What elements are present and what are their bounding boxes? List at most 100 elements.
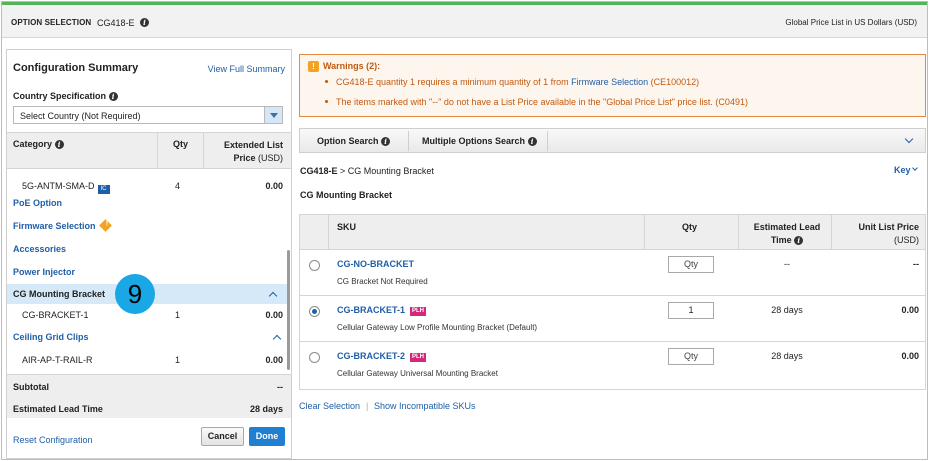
info-icon[interactable]: i — [794, 236, 804, 245]
warnings-title: Warnings (2): — [323, 61, 381, 71]
subtotal-label: Subtotal — [13, 382, 49, 392]
section-ceiling-grid-clips[interactable]: Ceiling Grid Clips — [13, 332, 89, 342]
sku-link[interactable]: CG-NO-BRACKET — [337, 259, 414, 269]
item-price: 0.00 — [265, 355, 283, 365]
section-poe-option[interactable]: PoE Option — [13, 198, 62, 208]
category-table-header: Category i Qty Extended List Price (USD) — [7, 132, 291, 169]
lead-time-value: -- — [784, 259, 790, 269]
step-callout-badge: 9 — [115, 274, 155, 314]
breadcrumb-current: CG Mounting Bracket — [347, 166, 434, 176]
qty-input[interactable]: 1 — [668, 302, 714, 319]
summary-item-row: 5G-ANTM-SMA-D IC 4 0.00 — [7, 176, 291, 196]
country-specification-label: Country Specification i — [13, 91, 118, 101]
dropdown-arrow-icon[interactable] — [264, 107, 282, 123]
item-qty: 1 — [175, 310, 181, 320]
warning-icon: ! — [308, 61, 319, 72]
section-label: CG Mounting Bracket — [13, 289, 106, 299]
table-row: CG-BRACKET-1 PLH Cellular Gateway Low Pro… — [300, 297, 925, 342]
summary-title: Configuration Summary — [13, 62, 139, 74]
column-divider — [203, 133, 204, 168]
chevron-down-icon[interactable] — [905, 136, 913, 144]
chevron-up-icon[interactable] — [269, 290, 277, 298]
price-header-line2: Price — [233, 153, 256, 163]
unit-price-value: 0.00 — [901, 305, 919, 315]
plh-badge: PLH — [410, 307, 427, 316]
breadcrumb-separator: > — [337, 166, 348, 176]
qty-input[interactable]: Qty — [668, 348, 714, 365]
clear-selection-link[interactable]: Clear Selection — [299, 401, 360, 411]
tab-multiple-options-search[interactable]: Multiple Options Search i — [422, 136, 537, 146]
sku-radio-selected[interactable] — [309, 306, 320, 317]
price-list-label: Global Price List in US Dollars (USD) — [785, 18, 917, 27]
configuration-summary-panel: Configuration Summary View Full Summary … — [6, 49, 292, 459]
firmware-selection-link[interactable]: Firmware Selection — [571, 77, 648, 87]
chevron-up-icon[interactable] — [273, 333, 281, 341]
summary-item-row: AIR-AP-T-RAIL-R 1 0.00 — [7, 350, 291, 370]
column-divider — [738, 215, 739, 250]
sku-radio[interactable] — [309, 352, 320, 363]
qty-header: Qty — [173, 139, 189, 149]
section-label: Firmware Selection — [13, 221, 96, 231]
info-icon[interactable]: i — [527, 137, 537, 146]
tab-option-search[interactable]: Option Search i — [317, 136, 391, 146]
sku-description: Cellular Gateway Low Profile Mounting Br… — [337, 323, 538, 332]
sku-description: Cellular Gateway Universal Mounting Brac… — [337, 369, 498, 378]
item-name-text: 5G-ANTM-SMA-D — [22, 181, 95, 191]
warning-code: (CE100012) — [648, 77, 700, 87]
info-icon[interactable]: i — [381, 137, 391, 146]
lead-time-value: 28 days — [771, 351, 803, 361]
cancel-button[interactable]: Cancel — [201, 427, 244, 446]
table-row: CG-NO-BRACKET CG Bracket Not Required Qt… — [300, 251, 925, 296]
section-firmware-selection[interactable]: Firmware Selection — [13, 219, 112, 232]
page-title: OPTION SELECTION — [11, 18, 92, 27]
country-label-text: Country Specification — [13, 91, 107, 101]
price-header-line1: Extended List — [223, 140, 283, 150]
tab-divider — [547, 131, 548, 151]
column-divider — [157, 133, 158, 168]
unit-price-value: -- — [913, 259, 919, 269]
done-button[interactable]: Done — [249, 427, 285, 446]
table-row: CG-BRACKET-2 PLH Cellular Gateway Univers… — [300, 343, 925, 388]
view-full-summary-link[interactable]: View Full Summary — [208, 64, 285, 74]
unit-price-header: Unit List Price (USD) — [858, 221, 919, 247]
ic-badge: IC — [97, 185, 110, 194]
section-title: CG Mounting Bracket — [300, 190, 393, 200]
sku-link[interactable]: CG-BRACKET-1 — [337, 305, 405, 315]
category-header-text: Category — [13, 139, 53, 149]
chevron-down-icon — [912, 165, 919, 173]
summary-scrollbar[interactable] — [287, 250, 290, 370]
country-select[interactable]: Select Country (Not Required) — [13, 106, 283, 124]
warning-icon — [98, 219, 112, 232]
item-price: 0.00 — [265, 310, 283, 320]
show-incompatible-skus-link[interactable]: Show Incompatible SKUs — [374, 401, 476, 411]
key-label: Key — [893, 165, 911, 175]
info-icon[interactable]: i — [140, 18, 149, 27]
key-toggle[interactable]: Key — [894, 165, 919, 175]
column-divider — [644, 215, 645, 250]
section-power-injector[interactable]: Power Injector — [13, 267, 75, 277]
warnings-box: ! Warnings (2): CG418-E quantity 1 requi… — [299, 54, 926, 117]
tab-label: Multiple Options Search — [422, 136, 526, 146]
sku-header: SKU — [337, 222, 357, 232]
sku-link[interactable]: CG-BRACKET-2 — [337, 351, 405, 361]
product-id: CG418-E — [97, 18, 135, 28]
lead-header-line2: Time — [770, 235, 792, 245]
unit-price-value: 0.00 — [901, 351, 919, 361]
plh-badge: PLH — [410, 353, 427, 362]
sku-description: CG Bracket Not Required — [337, 277, 428, 286]
sku-radio[interactable] — [309, 260, 320, 271]
section-accessories[interactable]: Accessories — [13, 244, 66, 254]
search-tabs: Option Search i Multiple Options Search … — [299, 128, 926, 153]
item-name: CG-BRACKET-1 — [22, 310, 89, 320]
info-icon[interactable]: i — [108, 92, 118, 101]
breadcrumb: CG418-E > CG Mounting Bracket — [300, 166, 434, 176]
qty-input[interactable]: Qty — [668, 256, 714, 273]
price-header-line2: (USD) — [894, 235, 919, 245]
reset-configuration-link[interactable]: Reset Configuration — [13, 435, 93, 445]
price-header-unit: (USD) — [258, 153, 283, 163]
link-separator: | — [366, 401, 369, 411]
info-icon[interactable]: i — [54, 140, 64, 149]
lead-time-label: Estimated Lead Time — [13, 404, 103, 414]
column-divider — [831, 215, 832, 250]
column-divider — [328, 215, 329, 250]
